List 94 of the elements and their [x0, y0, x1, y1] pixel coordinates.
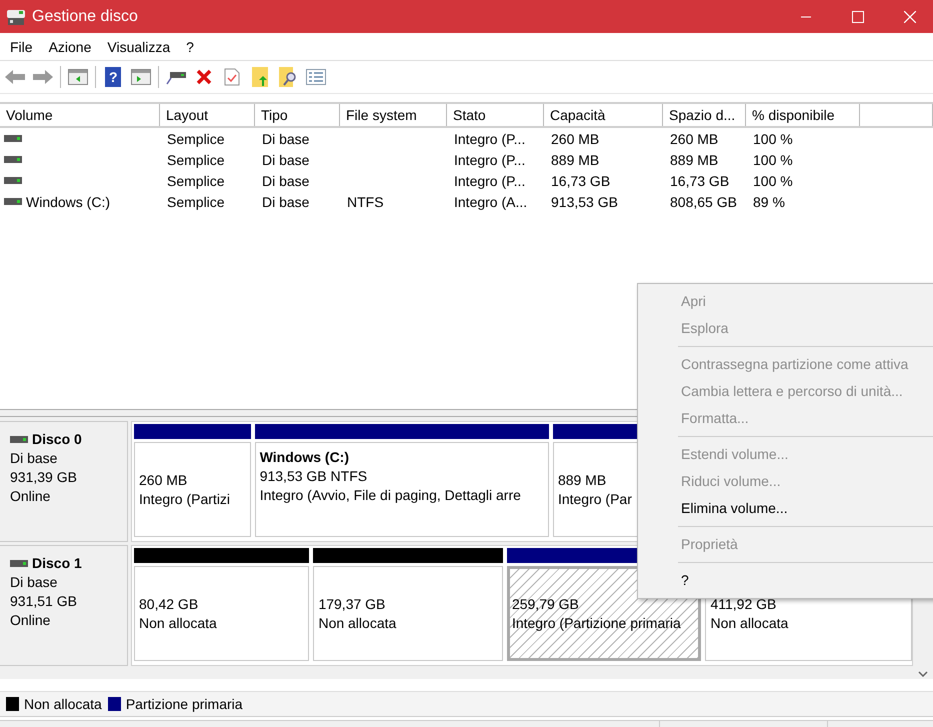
partition-box[interactable]: Windows (C:) 913,53 GB NTFS Integro (Avvio, File di paging, Dettagli arre	[254, 442, 549, 537]
column-header[interactable]: % disponibile	[746, 104, 860, 126]
disk-type: Di base	[10, 573, 58, 592]
partition-box[interactable]: 179,37 GB Non allocata	[313, 566, 503, 661]
table-cell-text: 16,73 GB	[669, 172, 730, 188]
drive-icon	[4, 198, 22, 205]
table-cell-text: 913,53 GB	[550, 194, 618, 210]
table-cell-text: 100 %	[752, 130, 793, 146]
drive-icon	[4, 135, 22, 142]
column-header[interactable]: File system	[340, 104, 447, 126]
table-cell-text: Integro (P...	[453, 130, 526, 146]
table-cell-text: 889 MB	[669, 152, 718, 168]
maximize-icon	[852, 10, 864, 22]
column-header[interactable]: Volume	[0, 104, 160, 126]
partition-text: 411,92 GB	[710, 594, 776, 614]
table-cell-text: 808,65 GB	[669, 194, 737, 210]
table-cell-text: 100 %	[752, 152, 793, 168]
legend-label: Partizione primaria	[126, 696, 243, 712]
partition-text: Non allocata	[139, 614, 217, 632]
drive-icon	[10, 436, 28, 443]
table-cell-text: 260 MB	[669, 130, 718, 146]
table-cell-text: Semplice	[166, 130, 225, 146]
table-cell-text: 889 MB	[550, 152, 600, 168]
close-icon	[904, 10, 916, 22]
left-arrow-icon	[5, 70, 25, 84]
table-cell-text: Di base	[261, 130, 310, 146]
partition-text: 80,42 GB	[139, 594, 198, 614]
table-cell-text: 89 %	[752, 194, 785, 210]
menu-item[interactable]: Visualizza	[99, 34, 178, 58]
disk-name: Disco 0	[32, 430, 82, 449]
table-cell-text: 100 %	[752, 172, 793, 188]
column-header[interactable]: Spazio d...	[663, 104, 746, 126]
partition-text: Integro (Avvio, File di paging, Dettagli arre	[260, 486, 521, 505]
action-pane-button[interactable]	[130, 66, 152, 88]
window-icon	[68, 69, 88, 85]
column-header[interactable]: Layout	[160, 104, 255, 126]
disk-name: Disco 1	[32, 554, 82, 573]
column-header[interactable]: Capacità	[544, 104, 663, 126]
right-arrow-icon	[33, 70, 53, 84]
table-cell-text: Semplice	[166, 194, 225, 210]
partition-text: Non allocata	[710, 614, 788, 632]
table-cell-text: Integro (P...	[453, 152, 526, 168]
menu-item[interactable]: Elimina volume...	[638, 495, 933, 522]
up-folder-button[interactable]	[249, 66, 271, 88]
table-cell-text: Semplice	[166, 152, 225, 168]
partition-text: Integro (Partizione primaria	[512, 614, 681, 632]
table-cell-text: NTFS	[346, 194, 384, 210]
disk-size: 931,51 GB	[10, 592, 78, 611]
partition-text: 913,53 GB NTFS	[260, 467, 368, 486]
partition-box[interactable]: 260 MB Integro (Partizi	[134, 442, 251, 537]
scroll-down-icon[interactable]	[918, 671, 928, 677]
disk-size: 931,39 GB	[10, 468, 78, 487]
partition-text: Integro (Partizi	[139, 490, 230, 508]
disk-type: Di base	[10, 449, 58, 468]
partition-box[interactable]: 80,42 GB Non allocata	[134, 566, 310, 661]
disk-info-panel[interactable]: Disco 1 Di base 931,51 GB Online	[0, 545, 128, 666]
disk-management-icon	[6, 8, 26, 26]
table-cell-text: 260 MB	[550, 130, 600, 146]
volume-label: Windows (C:)	[260, 448, 350, 467]
disk-info-panel[interactable]: Disco 0 Di base 931,39 GB Online	[0, 421, 128, 542]
table-cell-text: Semplice	[166, 172, 225, 188]
console-tree-button[interactable]	[67, 66, 89, 88]
partition-text: 889 MB	[558, 470, 606, 490]
table-cell: Windows (C:)	[26, 194, 110, 210]
legend-label: Non allocata	[24, 696, 102, 712]
window-icon	[131, 69, 151, 85]
drive-cable-icon	[166, 69, 186, 85]
menu-item[interactable]: File	[2, 34, 41, 58]
column-header[interactable]: Tipo	[255, 104, 340, 126]
window-title: Gestione disco	[32, 8, 139, 26]
drive-icon	[4, 177, 22, 184]
table-cell-text: 16,73 GB	[550, 172, 610, 188]
table-cell-text: Integro (A...	[453, 194, 528, 210]
menu-item[interactable]: Azione	[40, 34, 100, 58]
partition-text: 179,37 GB	[318, 594, 386, 614]
drive-icon	[10, 560, 28, 567]
table-cell-text: Di base	[261, 152, 310, 168]
table-cell-text: Integro (P...	[453, 172, 526, 188]
checklist-button[interactable]	[305, 66, 327, 88]
disk-status: Online	[10, 611, 52, 630]
menu-item[interactable]: ?	[178, 34, 202, 58]
partition-text: 259,79 GB	[512, 594, 579, 614]
checked-document-icon	[224, 68, 240, 86]
column-header[interactable]: Stato	[447, 104, 544, 126]
partition-text: 260 MB	[139, 470, 188, 490]
drive-icon	[4, 156, 22, 163]
delete-icon	[196, 69, 212, 85]
disk-status: Online	[10, 487, 52, 506]
partition-text: Integro (Par	[558, 490, 632, 508]
partition-text: Non allocata	[318, 614, 396, 632]
checklist-icon	[306, 69, 326, 85]
folder-magnifier-icon	[279, 67, 297, 87]
table-cell-text: Di base	[261, 194, 310, 210]
table-cell-text: Di base	[261, 172, 310, 188]
